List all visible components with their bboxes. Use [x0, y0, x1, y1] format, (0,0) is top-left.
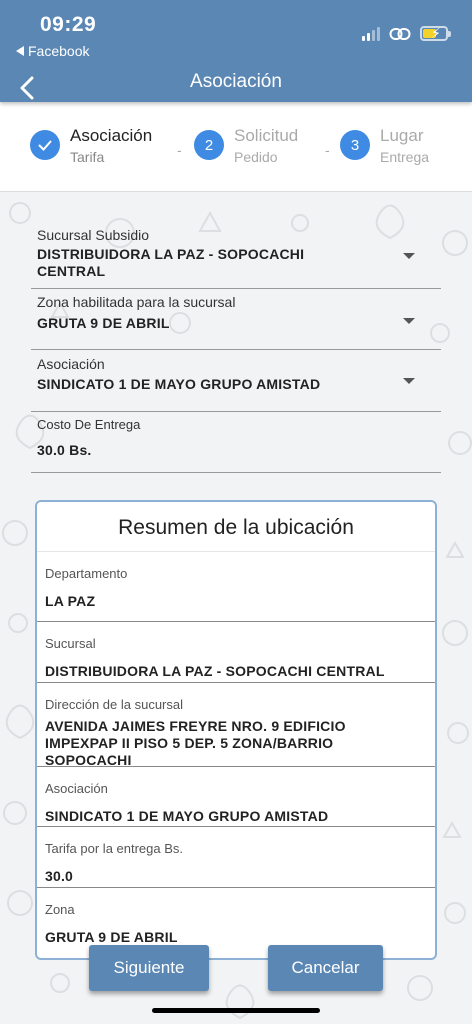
asociacion-label: Asociación: [37, 356, 105, 372]
summary-value: DISTRIBUIDORA LA PAZ - SOPOCACHI CENTRAL: [45, 663, 385, 679]
summary-key: Departamento: [45, 566, 128, 581]
summary-key: Zona: [45, 902, 75, 917]
summary-row-asociacion: Asociación SINDICATO 1 DE MAYO GRUPO AMI…: [37, 767, 435, 827]
cancel-button[interactable]: Cancelar: [268, 945, 383, 991]
step-title: Asociación: [70, 126, 153, 145]
status-time: 09:29: [40, 13, 97, 36]
step-number: 2: [194, 130, 224, 160]
summary-row-tarifa: Tarifa por la entrega Bs. 30.0: [37, 827, 435, 888]
battery-charging-icon: ⚡: [420, 25, 451, 41]
main-content[interactable]: Sucursal Subsidio DISTRIBUIDORA LA PAZ -…: [0, 193, 472, 1024]
back-to-app-link[interactable]: Facebook: [16, 43, 89, 59]
sucursal-value: DISTRIBUIDORA LA PAZ - SOPOCACHI CENTRAL: [37, 246, 305, 279]
summary-title: Resumen de la ubicación: [37, 502, 435, 552]
chevron-down-icon[interactable]: [403, 318, 415, 324]
check-icon: [30, 130, 60, 160]
page-title: Asociación: [190, 71, 282, 92]
step-number: 3: [340, 130, 370, 160]
asociacion-select[interactable]: Asociación SINDICATO 1 DE MAYO GRUPO AMI…: [31, 356, 441, 412]
status-icons: ⚡: [362, 25, 451, 41]
step-subtitle: Tarifa: [70, 149, 105, 165]
app-header: 09:29 Facebook ⚡ Asociación: [0, 0, 472, 102]
step-subtitle: Entrega: [380, 149, 430, 165]
step-separator: -: [325, 142, 330, 158]
step-solicitud[interactable]: 2 Solicitud Pedido: [194, 126, 298, 165]
step-separator: -: [177, 142, 182, 158]
signal-icon: [362, 26, 380, 41]
costo-label: Costo De Entrega: [37, 417, 141, 432]
summary-row-direccion: Dirección de la sucursal AVENIDA JAIMES …: [37, 683, 435, 768]
summary-row-sucursal: Sucursal DISTRIBUIDORA LA PAZ - SOPOCACH…: [37, 622, 435, 683]
location-summary-card: Resumen de la ubicación Departamento LA …: [35, 500, 437, 960]
step-asociacion[interactable]: Asociación Tarifa: [30, 126, 152, 165]
costo-value: 30.0 Bs.: [37, 442, 92, 458]
sucursal-label: Sucursal Subsidio: [37, 227, 150, 243]
summary-value: 30.0: [45, 868, 74, 884]
asociacion-value: SINDICATO 1 DE MAYO GRUPO AMISTAD: [37, 376, 321, 392]
chevron-down-icon[interactable]: [403, 253, 415, 259]
summary-key: Dirección de la sucursal: [45, 697, 184, 712]
sucursal-select[interactable]: Sucursal Subsidio DISTRIBUIDORA LA PAZ -…: [31, 227, 441, 289]
step-title: Lugar: [380, 126, 424, 145]
back-triangle-icon: [16, 46, 24, 56]
costo-field: Costo De Entrega 30.0 Bs.: [31, 417, 441, 473]
step-subtitle: Pedido: [234, 149, 278, 165]
zona-label: Zona habilitada para la sucursal: [37, 294, 236, 310]
zona-select[interactable]: Zona habilitada para la sucursal GRUTA 9…: [31, 294, 441, 350]
progress-stepper: Asociación Tarifa 2 Solicitud Pedido 3 L…: [0, 102, 472, 192]
step-title: Solicitud: [234, 126, 299, 145]
summary-value: SINDICATO 1 DE MAYO GRUPO AMISTAD: [45, 808, 329, 824]
summary-key: Tarifa por la entrega Bs.: [45, 841, 184, 856]
chevron-down-icon[interactable]: [403, 378, 415, 384]
link-icon: [389, 27, 411, 40]
summary-row-departamento: Departamento LA PAZ: [37, 552, 435, 622]
summary-value: AVENIDA JAIMES FREYRE NRO. 9 EDIFICIO IM…: [45, 718, 346, 768]
summary-value: GRUTA 9 DE ABRIL: [45, 929, 178, 945]
summary-value: LA PAZ: [45, 593, 96, 609]
step-lugar[interactable]: 3 Lugar Entrega: [340, 126, 429, 165]
zona-value: GRUTA 9 DE ABRIL: [37, 315, 170, 331]
back-app-label: Facebook: [28, 43, 90, 59]
summary-key: Sucursal: [45, 636, 96, 651]
home-indicator[interactable]: [152, 1008, 320, 1013]
summary-key: Asociación: [45, 781, 108, 796]
next-button[interactable]: Siguiente: [89, 945, 209, 991]
